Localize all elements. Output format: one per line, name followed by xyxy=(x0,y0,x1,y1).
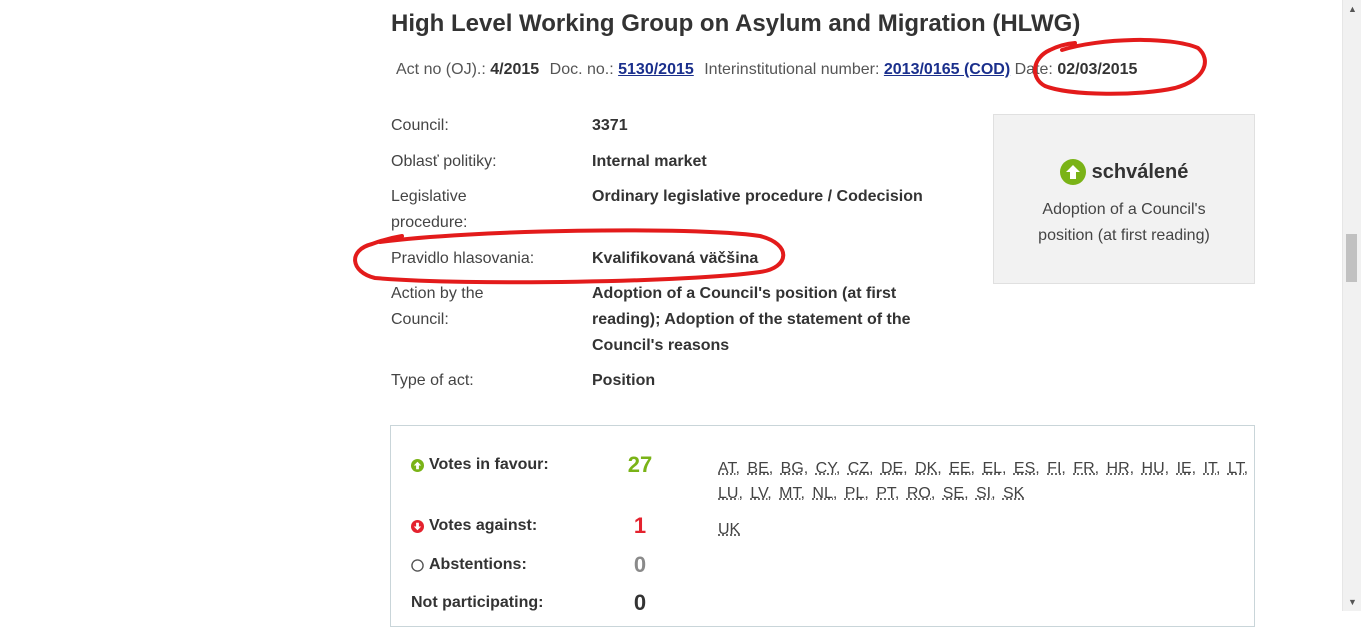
country-code[interactable]: NL, xyxy=(812,485,837,502)
country-code[interactable]: FI, xyxy=(1047,460,1066,477)
date-label: Date: xyxy=(1014,61,1053,78)
arrow-down-circle-icon xyxy=(411,519,424,533)
not-participating-count: 0 xyxy=(633,590,647,615)
country-code[interactable]: HU, xyxy=(1142,460,1170,477)
interinstitutional-link[interactable]: 2013/0165 (COD) xyxy=(884,61,1010,78)
votes-against-label: Votes against: xyxy=(411,517,537,535)
country-code[interactable]: BE, xyxy=(747,460,773,477)
status-heading: schválené xyxy=(994,159,1254,185)
detail-value: Adoption of a Council's position (at fir… xyxy=(592,285,911,354)
detail-label: Type of act: xyxy=(391,372,474,389)
detail-label: Pravidlo hlasovania: xyxy=(391,250,535,267)
page-title: High Level Working Group on Asylum and M… xyxy=(391,10,1081,37)
country-code[interactable]: EL, xyxy=(982,460,1006,477)
country-code[interactable]: AT, xyxy=(718,460,740,477)
country-code[interactable]: DK, xyxy=(915,460,942,477)
page: High Level Working Group on Asylum and M… xyxy=(0,0,1343,627)
country-code[interactable]: HR, xyxy=(1107,460,1135,477)
votes-against-text: Votes against: xyxy=(429,517,538,534)
doc-no-label: Doc. no.: xyxy=(549,61,614,78)
votes-against-count: 1 xyxy=(633,513,647,538)
empty-circle-icon xyxy=(411,558,424,572)
interinstitutional-label: Interinstitutional number: xyxy=(704,61,880,78)
country-code[interactable]: SI, xyxy=(976,485,996,502)
detail-label: Action by the Council: xyxy=(391,285,484,328)
detail-value: 3371 xyxy=(592,117,628,134)
country-code[interactable]: CY, xyxy=(816,460,841,477)
votes-against-countries: UK xyxy=(718,517,1258,542)
page-scrollbar[interactable]: ▲ ▼ xyxy=(1342,0,1361,611)
country-code[interactable]: PT, xyxy=(876,485,899,502)
not-participating-label: Not participating: xyxy=(411,594,543,612)
country-code[interactable]: RO, xyxy=(907,485,935,502)
abstentions-label: Abstentions: xyxy=(411,556,527,574)
votes-favour-countries: AT, BE, BG, CY, CZ, DE, DK, EE, EL, ES, … xyxy=(718,456,1258,506)
votes-favour-count: 27 xyxy=(627,452,653,477)
act-meta: Act no (OJ).: 4/2015 Doc. no.: 5130/2015… xyxy=(396,61,1137,79)
not-participating-text: Not participating: xyxy=(411,594,544,611)
detail-value: Ordinary legislative procedure / Codecis… xyxy=(592,188,923,205)
arrow-up-circle-icon xyxy=(411,458,424,472)
country-code[interactable]: FR, xyxy=(1073,460,1099,477)
abstentions-count: 0 xyxy=(633,552,647,577)
votes-favour-text: Votes in favour: xyxy=(429,456,549,473)
country-code[interactable]: SE, xyxy=(943,485,969,502)
country-code[interactable]: LU, xyxy=(718,485,743,502)
scroll-up-arrow-icon[interactable]: ▲ xyxy=(1348,4,1357,14)
detail-value: Kvalifikovaná väčšina xyxy=(592,250,759,267)
doc-no-link[interactable]: 5130/2015 xyxy=(618,61,694,78)
arrow-up-circle-icon xyxy=(1059,159,1086,185)
status-box: schválené Adoption of a Council's positi… xyxy=(993,114,1255,284)
country-code[interactable]: MT, xyxy=(779,485,805,502)
country-code[interactable]: EE, xyxy=(949,460,975,477)
country-code[interactable]: IT, xyxy=(1204,460,1221,477)
country-code[interactable]: SK xyxy=(1003,485,1024,502)
country-code[interactable]: LV, xyxy=(750,485,771,502)
detail-label: Council: xyxy=(391,117,449,134)
scroll-down-arrow-icon[interactable]: ▼ xyxy=(1348,597,1357,607)
country-code[interactable]: LT, xyxy=(1228,460,1248,477)
country-code[interactable]: CZ, xyxy=(848,460,874,477)
country-code[interactable]: DE, xyxy=(881,460,908,477)
detail-label: Legislative procedure: xyxy=(391,188,468,231)
country-code[interactable]: UK xyxy=(718,521,740,538)
detail-value: Internal market xyxy=(592,153,707,170)
country-code[interactable]: IE, xyxy=(1177,460,1197,477)
votes-panel: Votes in favour: 27 AT, BE, BG, CY, CZ, … xyxy=(390,425,1255,627)
status-title: schválené xyxy=(1091,160,1189,183)
country-code[interactable]: BG, xyxy=(781,460,809,477)
country-code[interactable]: PL, xyxy=(845,485,869,502)
act-no-value: 4/2015 xyxy=(490,61,540,78)
status-description: Adoption of a Council's position (at fir… xyxy=(1038,201,1210,244)
scroll-thumb[interactable] xyxy=(1346,234,1357,282)
detail-label: Oblasť politiky: xyxy=(391,153,497,170)
abstentions-text: Abstentions: xyxy=(429,556,527,573)
votes-favour-label: Votes in favour: xyxy=(411,456,549,474)
detail-value: Position xyxy=(592,372,656,389)
date-value: 02/03/2015 xyxy=(1057,61,1138,78)
act-no-label: Act no (OJ).: xyxy=(396,61,486,78)
country-code[interactable]: ES, xyxy=(1014,460,1040,477)
